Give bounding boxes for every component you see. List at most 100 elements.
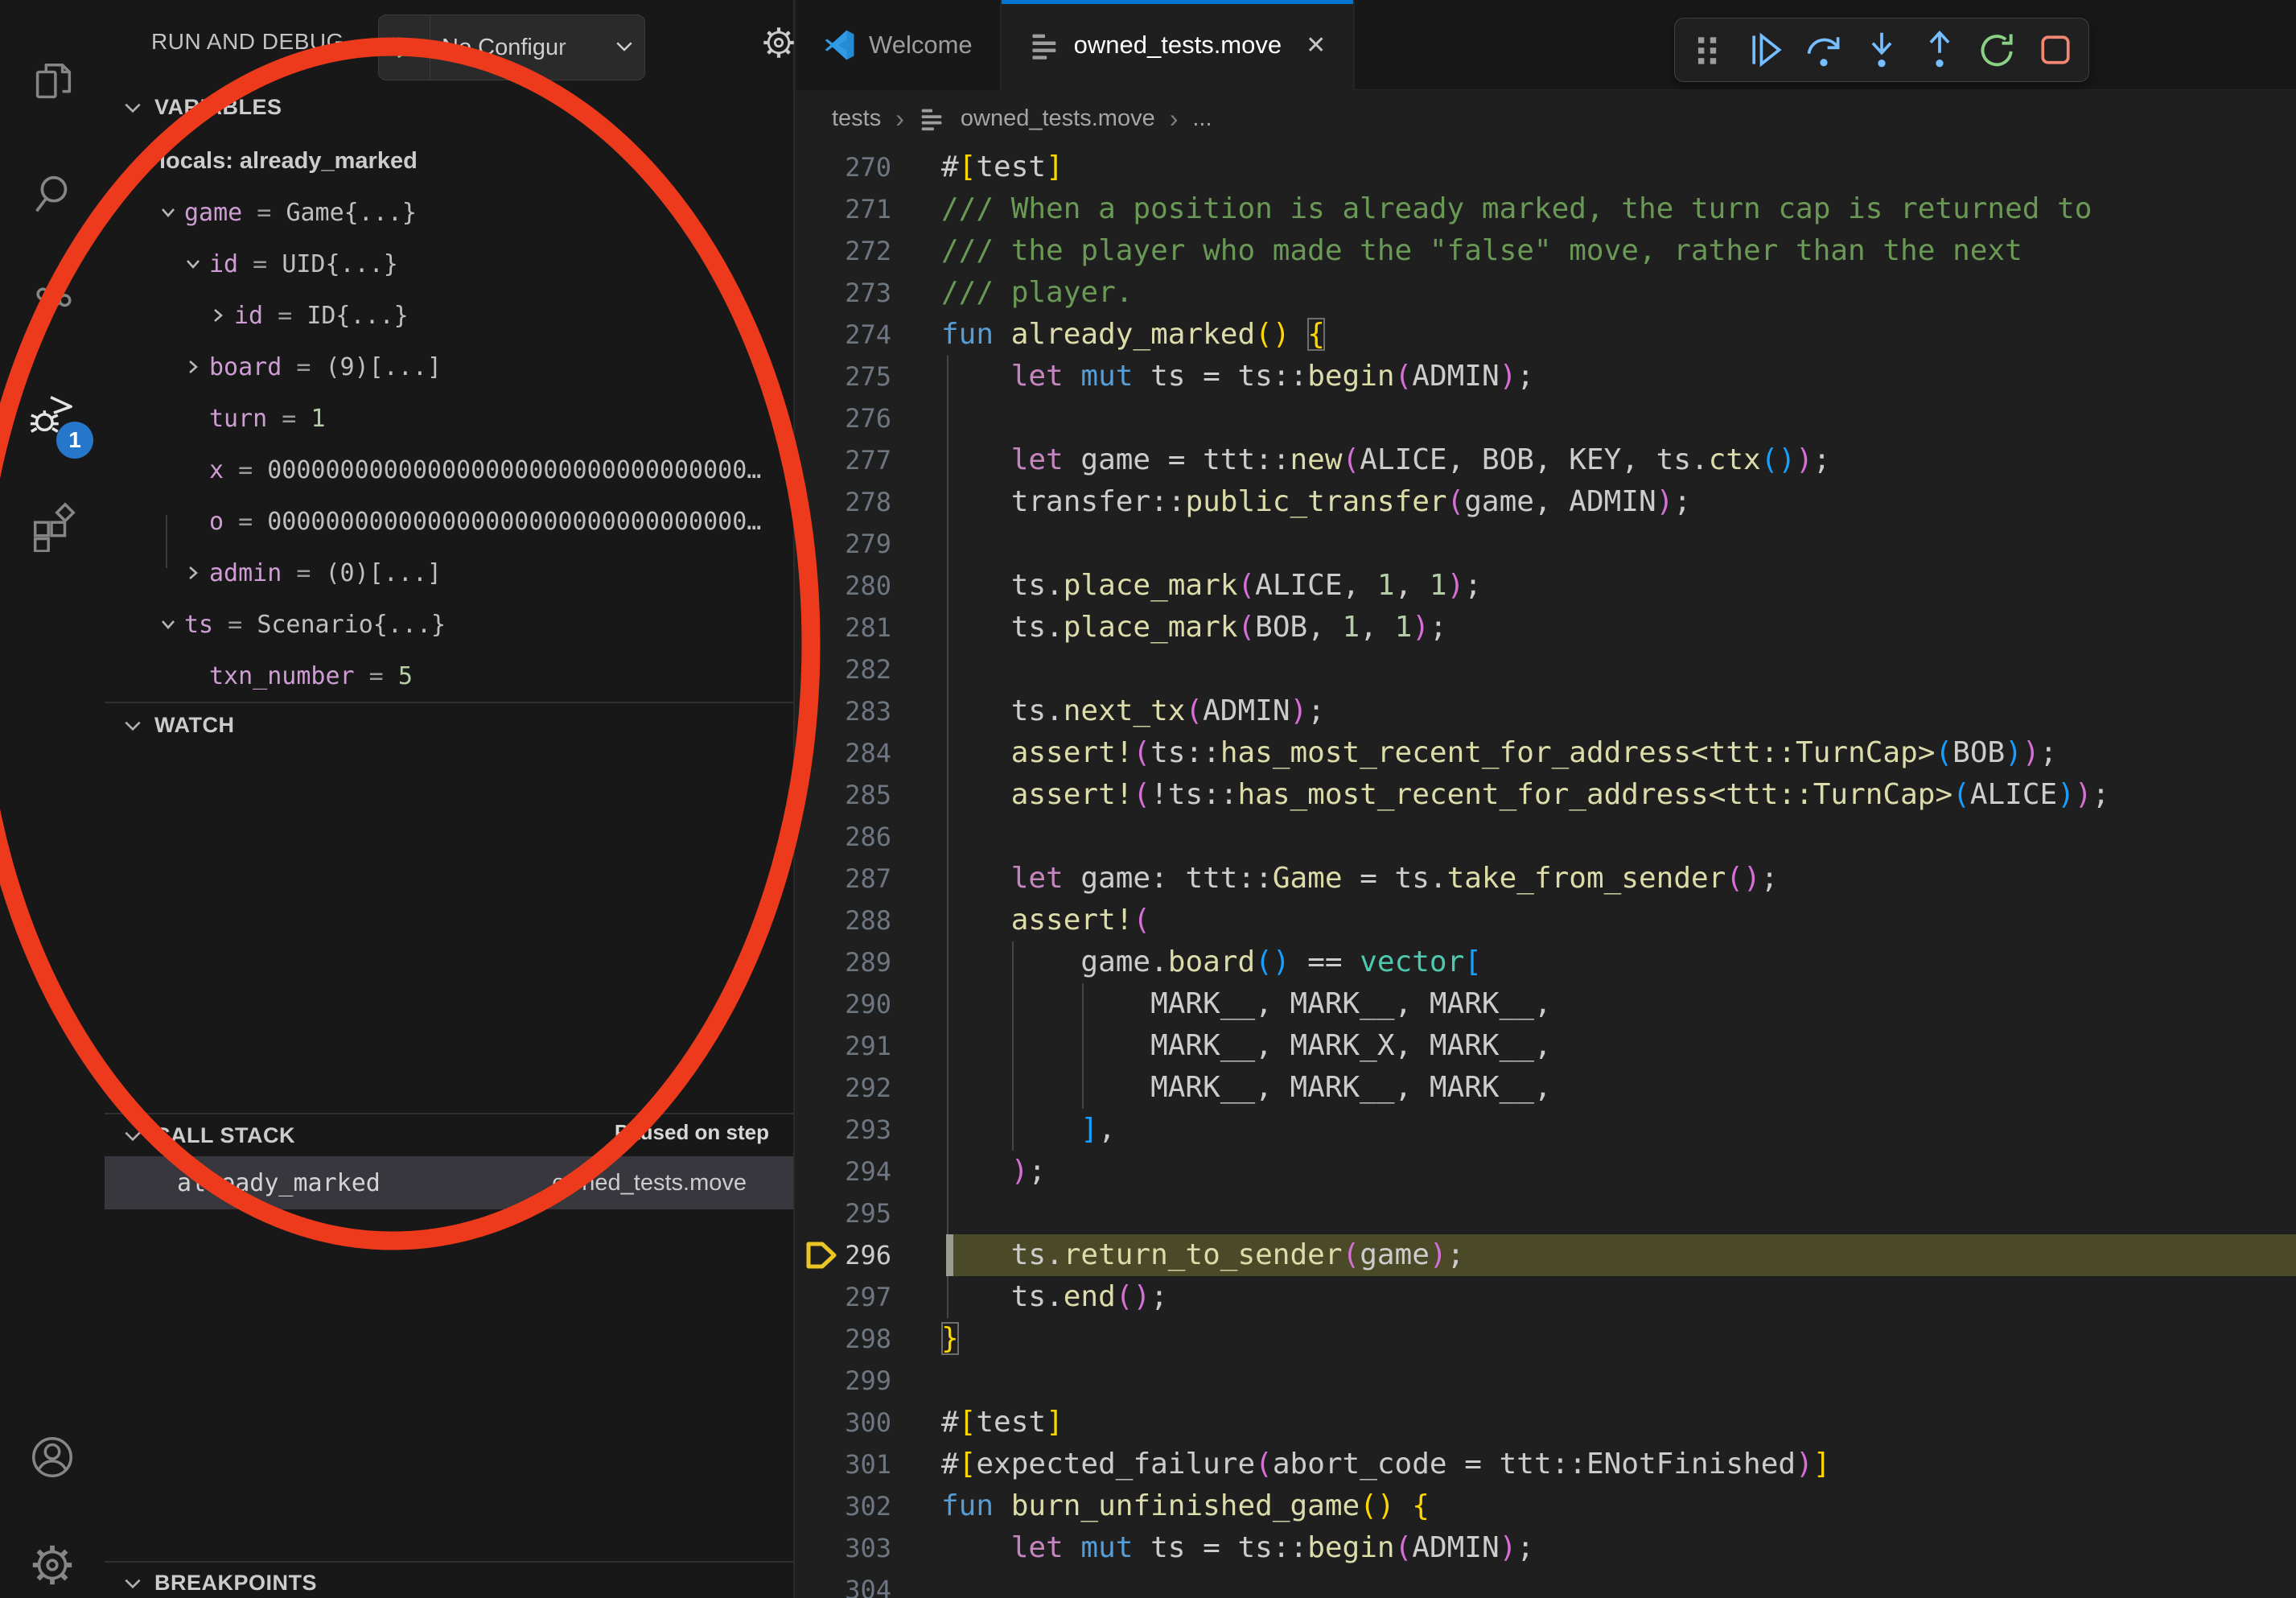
- line-number: 272: [796, 230, 891, 272]
- code-line-296: 296 ts.return_to_sender(game);: [796, 1234, 2296, 1276]
- run-and-debug-sidebar: RUN AND DEBUG No Configur: [105, 0, 795, 1598]
- line-number: 271: [796, 188, 891, 230]
- variable-row-o[interactable]: o = 000000000000000000000000000000000…: [105, 496, 793, 547]
- drag-grip-handle[interactable]: [1683, 25, 1733, 75]
- line-number: 297: [796, 1276, 891, 1318]
- continue-button[interactable]: [1741, 25, 1791, 75]
- code-text: let game: ttt::Game = ts.take_from_sende…: [941, 858, 1778, 900]
- activity-item-explorer[interactable]: [0, 32, 105, 137]
- line-number: 282: [796, 649, 891, 690]
- section-call-stack[interactable]: CALL STACK: [122, 1123, 295, 1148]
- breadcrumb-item[interactable]: owned_tests.move: [961, 105, 1155, 132]
- code-line-297: 297 ts.end();: [796, 1276, 2296, 1318]
- tab-welcome[interactable]: Welcome: [796, 0, 1002, 90]
- debug-settings-gear-icon[interactable]: [760, 24, 797, 65]
- current-frame-label-icon[interactable]: [801, 1236, 840, 1282]
- line-number: 303: [796, 1527, 891, 1569]
- code-text: /// player.: [941, 272, 1133, 314]
- step-out-button[interactable]: [1915, 25, 1965, 75]
- paused-status-badge: Paused on step: [615, 1120, 769, 1145]
- variable-text: id = UID{...}: [209, 250, 398, 278]
- line-number: 298: [796, 1318, 891, 1360]
- code-text: assert!(ts::has_most_recent_for_address<…: [941, 732, 2057, 774]
- extensions-icon: [27, 502, 77, 556]
- variables-scope-row[interactable]: locals: already_marked: [105, 135, 793, 187]
- chevron-down-icon[interactable]: [152, 615, 184, 634]
- code-line-286: 286: [796, 816, 2296, 858]
- restart-button[interactable]: [1973, 25, 2022, 75]
- restart-icon: [1977, 30, 2018, 70]
- chevron-right-icon[interactable]: [177, 357, 209, 377]
- line-number: 273: [796, 272, 891, 314]
- code-line-292: 292 MARK__, MARK__, MARK__,: [796, 1067, 2296, 1109]
- line-number: 295: [796, 1192, 891, 1234]
- variable-text: board = (9)[...]: [209, 353, 442, 381]
- debug-config-dropdown[interactable]: No Configur: [378, 14, 645, 80]
- line-number: 291: [796, 1025, 891, 1067]
- code-line-290: 290 MARK__, MARK__, MARK__,: [796, 983, 2296, 1025]
- chevron-down-icon[interactable]: [177, 254, 209, 274]
- line-number: 270: [796, 146, 891, 188]
- line-number: 281: [796, 607, 891, 649]
- activity-item-source-control[interactable]: [0, 256, 105, 360]
- code-line-283: 283 ts.next_tx(ADMIN);: [796, 690, 2296, 732]
- line-number: 289: [796, 941, 891, 983]
- code-line-304: 304: [796, 1569, 2296, 1598]
- call-stack-frame-row[interactable]: already_marked owned_tests.move: [105, 1156, 793, 1209]
- code-line-298: 298}: [796, 1318, 2296, 1360]
- stop-icon: [2035, 30, 2076, 70]
- section-breakpoints[interactable]: BREAKPOINTS: [122, 1571, 317, 1596]
- chevron-down-icon[interactable]: [127, 151, 159, 171]
- sidebar-header: RUN AND DEBUG No Configur: [105, 0, 793, 85]
- breadcrumb-separator: ›: [895, 104, 904, 134]
- step-over-button[interactable]: [1799, 25, 1849, 75]
- activity-item-settings[interactable]: [0, 1514, 105, 1598]
- code-text: /// the player who made the "false" move…: [941, 230, 2022, 272]
- code-text: );: [941, 1151, 1046, 1192]
- variable-row-turn[interactable]: turn = 1: [105, 393, 793, 444]
- code-line-273: 273 /// player.: [796, 272, 2296, 314]
- breadcrumb-item[interactable]: ...: [1192, 105, 1212, 132]
- vscode-window: 1 RUN AND DEBUG No Configur: [0, 0, 2296, 1598]
- code-text: ts.place_mark(ALICE, 1, 1);: [941, 565, 1482, 607]
- code-text: ts.next_tx(ADMIN);: [941, 690, 1325, 732]
- close-icon[interactable]: ✕: [1306, 31, 1326, 60]
- stop-button[interactable]: [2031, 25, 2080, 75]
- variable-row-admin[interactable]: admin = (0)[...]: [105, 547, 793, 599]
- chevron-right-icon[interactable]: [177, 563, 209, 583]
- variable-row-board[interactable]: board = (9)[...]: [105, 341, 793, 393]
- line-number: 304: [796, 1569, 891, 1598]
- line-number: 280: [796, 565, 891, 607]
- section-variables[interactable]: VARIABLES: [122, 95, 282, 120]
- chevron-down-icon[interactable]: [152, 203, 184, 222]
- line-number: 300: [796, 1402, 891, 1444]
- chevron-down-icon: [612, 34, 636, 62]
- code-text: #[expected_failure(abort_code = ttt::ENo…: [941, 1444, 1830, 1485]
- activity-item-account[interactable]: [0, 1406, 105, 1511]
- code-text: MARK__, MARK__, MARK__,: [941, 983, 1552, 1025]
- breadcrumb-item[interactable]: tests: [832, 105, 881, 132]
- step-into-button[interactable]: [1857, 25, 1907, 75]
- source-control-icon: [27, 282, 77, 336]
- variable-row-id[interactable]: id = UID{...}: [105, 238, 793, 290]
- code-line-293: 293 ],: [796, 1109, 2296, 1151]
- line-number: 283: [796, 690, 891, 732]
- chevron-right-icon[interactable]: [202, 306, 234, 325]
- section-watch[interactable]: WATCH: [122, 713, 234, 738]
- settings-icon: [27, 1540, 77, 1594]
- variable-row-x[interactable]: x = 000000000000000000000000000000000…: [105, 444, 793, 496]
- move-file-icon: [1029, 29, 1061, 61]
- activity-item-extensions[interactable]: [0, 476, 105, 581]
- variable-row-id[interactable]: id = ID{...}: [105, 290, 793, 341]
- activity-item-search[interactable]: [0, 143, 105, 248]
- variable-row-txn_number[interactable]: txn_number = 5: [105, 650, 793, 702]
- start-debug-icon[interactable]: [379, 15, 430, 80]
- code-line-281: 281 ts.place_mark(BOB, 1, 1);: [796, 607, 2296, 649]
- variable-row-game[interactable]: game = Game{...}: [105, 187, 793, 238]
- code-line-289: 289 game.board() == vector[: [796, 941, 2296, 983]
- code-text: #[test]: [941, 146, 1064, 188]
- variable-row-ts[interactable]: ts = Scenario{...}: [105, 599, 793, 650]
- code-line-274: 274fun already_marked() {: [796, 314, 2296, 356]
- tab-owned-tests-move[interactable]: owned_tests.move✕: [1002, 0, 1356, 90]
- activity-item-run-and-debug[interactable]: 1: [0, 364, 105, 468]
